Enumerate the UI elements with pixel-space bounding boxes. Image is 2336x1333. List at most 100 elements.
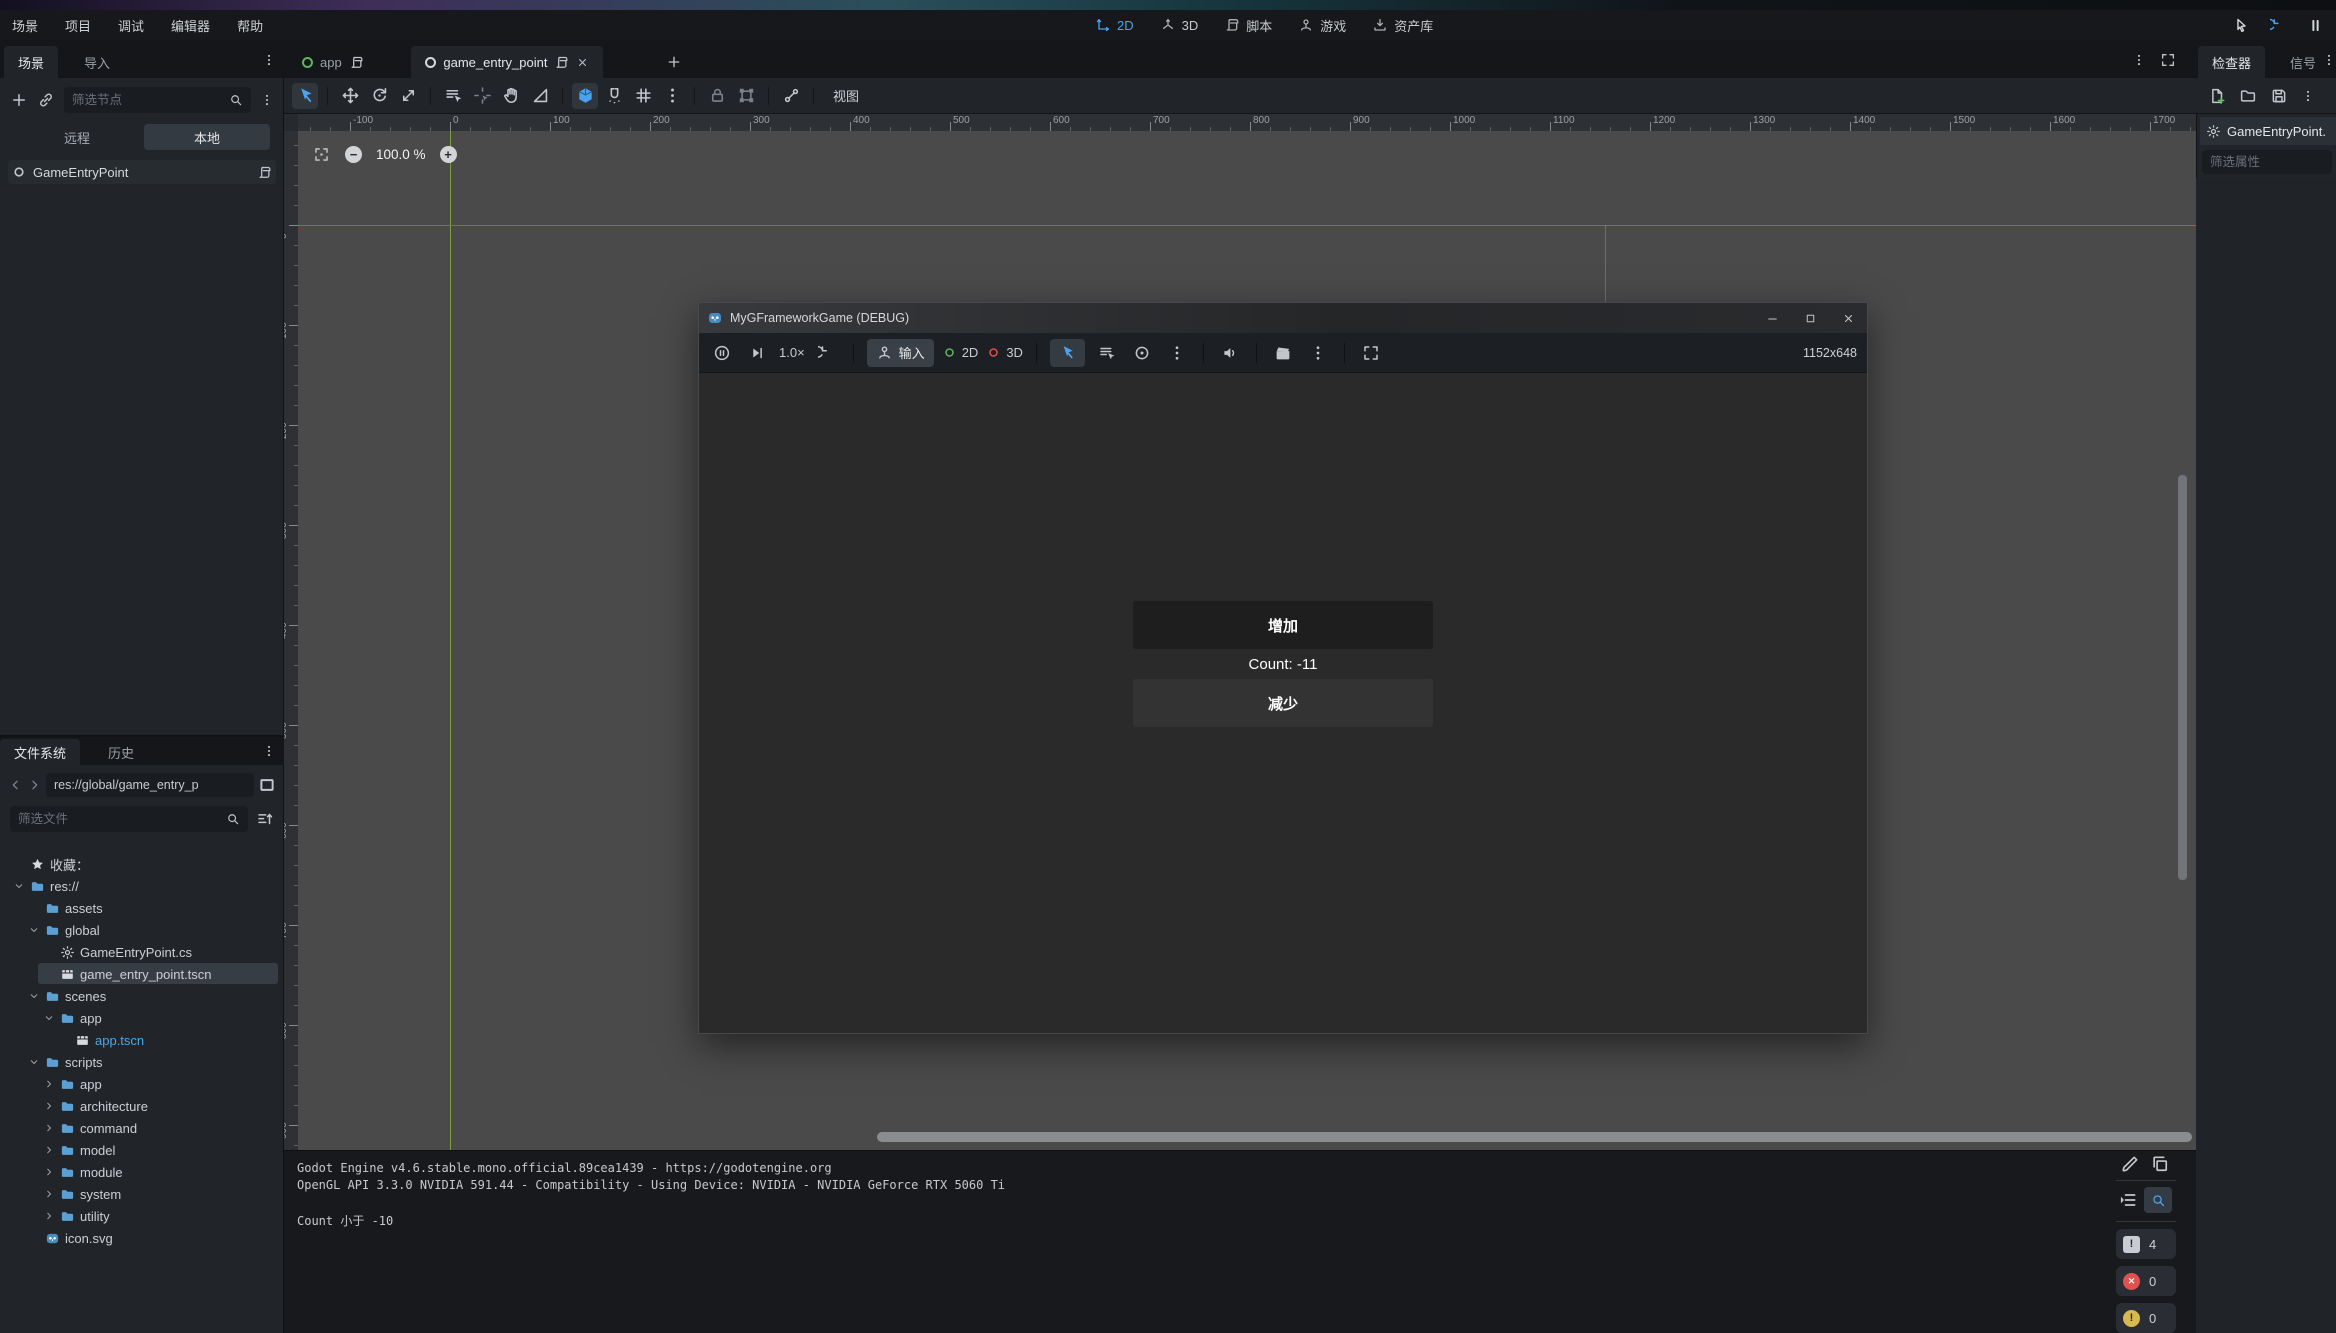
pick-icon[interactable]	[2233, 17, 2250, 34]
collapse-arrow-icon[interactable]	[28, 1056, 40, 1068]
tree-item-system[interactable]: system	[0, 1183, 284, 1205]
filesystem-dock-menu-icon[interactable]	[262, 744, 276, 758]
dock-tab-导入[interactable]: 导入	[70, 46, 124, 78]
movie-mode-button[interactable]	[1270, 340, 1296, 366]
expand-arrow-icon[interactable]	[43, 1166, 55, 1178]
save-resource-icon[interactable]	[2270, 87, 2288, 105]
workspace-3D[interactable]: 3D	[1160, 17, 1199, 33]
tree-item-app[interactable]: app	[0, 1007, 284, 1029]
snap-menu[interactable]	[659, 83, 685, 109]
increase-button[interactable]: 增加	[1133, 601, 1433, 649]
reset-button[interactable]	[814, 340, 840, 366]
lock-selection-button[interactable]	[704, 83, 730, 109]
scene-tab-app[interactable]: app	[288, 46, 378, 78]
grid-snap-toggle[interactable]	[630, 83, 656, 109]
scene-tab-game_entry_point[interactable]: game_entry_point	[411, 46, 603, 78]
remote-button[interactable]: 远程	[14, 124, 140, 150]
file-filter[interactable]	[10, 806, 248, 832]
tree-item-global[interactable]: global	[0, 919, 284, 941]
dock-tab-检查器[interactable]: 检查器	[2198, 46, 2265, 78]
dock-tab-信号[interactable]: 信号	[2276, 46, 2330, 78]
fs-tab-文件系统[interactable]: 文件系统	[0, 739, 80, 765]
scene-filter[interactable]	[64, 87, 251, 113]
zoom-out-button[interactable]: −	[345, 146, 362, 163]
copy-output-icon[interactable]	[2150, 1154, 2170, 1174]
scene-filter-input[interactable]	[72, 93, 223, 107]
menu-item-调试[interactable]: 调试	[118, 16, 144, 35]
move-tool[interactable]	[337, 83, 363, 109]
tree-item-GameEntryPoint.cs[interactable]: GameEntryPoint.cs	[0, 941, 284, 963]
rotate-tool[interactable]	[366, 83, 392, 109]
collapse-tree-icon[interactable]	[2118, 1190, 2138, 1210]
expand-arrow-icon[interactable]	[43, 1144, 55, 1156]
zoom-level[interactable]: 100.0 %	[376, 147, 426, 162]
camera-options-menu[interactable]	[1164, 340, 1190, 366]
workspace-2D[interactable]: 2D	[1095, 17, 1134, 33]
expand-arrow-icon[interactable]	[43, 1100, 55, 1112]
distraction-free-icon[interactable]	[2160, 52, 2176, 68]
instance-scene-icon[interactable]	[37, 91, 55, 109]
collapse-arrow-icon[interactable]	[43, 1012, 55, 1024]
messages-badge[interactable]: !4	[2116, 1229, 2176, 1259]
workspace-资产库[interactable]: 资产库	[1372, 16, 1433, 35]
expand-arrow-icon[interactable]	[43, 1210, 55, 1222]
expand-arrow-icon[interactable]	[43, 1122, 55, 1134]
close-tab-icon[interactable]	[576, 56, 589, 69]
file-filter-input[interactable]	[18, 812, 220, 826]
input-mode-button[interactable]: 输入	[867, 339, 934, 367]
nav-forward-icon[interactable]	[27, 776, 42, 794]
tree-item-app.tscn[interactable]: app.tscn	[0, 1029, 284, 1051]
restart-icon[interactable]	[2270, 17, 2287, 34]
camera-override-button[interactable]	[1129, 340, 1155, 366]
nav-back-icon[interactable]	[8, 776, 23, 794]
workspace-脚本[interactable]: 脚本	[1224, 16, 1272, 35]
inspector-extra-menu-icon[interactable]	[2301, 87, 2315, 105]
decrease-button[interactable]: 减少	[1133, 679, 1433, 727]
menu-item-场景[interactable]: 场景	[12, 16, 38, 35]
scene-tree-root-node[interactable]: GameEntryPoint	[0, 160, 284, 184]
scene-filter-menu-icon[interactable]	[260, 91, 274, 109]
scale-tool[interactable]	[395, 83, 421, 109]
new-scene-tab-button[interactable]	[658, 46, 690, 78]
pan-tool[interactable]	[498, 83, 524, 109]
snap-options-toggle[interactable]	[601, 83, 627, 109]
center-view-icon[interactable]	[312, 145, 331, 164]
pause-icon[interactable]	[2307, 17, 2324, 34]
expand-arrow-icon[interactable]	[43, 1188, 55, 1200]
tree-item-module[interactable]: module	[0, 1161, 284, 1183]
property-filter-input[interactable]	[2210, 155, 2324, 169]
list-select-tool[interactable]	[440, 83, 466, 109]
maximize-button[interactable]	[1791, 303, 1829, 333]
playback-speed-label[interactable]: 1.0×	[779, 345, 805, 360]
collapse-arrow-icon[interactable]	[28, 990, 40, 1002]
tree-item-收藏：[interactable]: 收藏：	[0, 853, 284, 875]
search-output-button[interactable]	[2144, 1187, 2172, 1213]
menu-item-项目[interactable]: 项目	[65, 16, 91, 35]
warnings-badge[interactable]: !0	[2116, 1303, 2176, 1333]
fs-tab-历史[interactable]: 历史	[94, 739, 148, 765]
audio-mute-button[interactable]	[1217, 340, 1243, 366]
group-selection-button[interactable]	[733, 83, 759, 109]
select-mode-button[interactable]	[1050, 339, 1085, 367]
tree-item-res://[interactable]: res://	[0, 875, 284, 897]
close-button[interactable]	[1829, 303, 1867, 333]
expand-arrow-icon[interactable]	[43, 1078, 55, 1090]
minimize-button[interactable]	[1753, 303, 1791, 333]
smart-snap-toggle[interactable]	[572, 83, 598, 109]
camera-3d-button[interactable]: 3D	[987, 345, 1023, 360]
view-menu-button[interactable]: 视图	[823, 86, 869, 105]
tree-item-model[interactable]: model	[0, 1139, 284, 1161]
2d-viewport[interactable]: − 100.0 % + MyGFrameworkGame (DEBUG) 1.0…	[298, 131, 2196, 1150]
game-options-menu[interactable]	[1305, 340, 1331, 366]
collapse-arrow-icon[interactable]	[28, 924, 40, 936]
load-resource-icon[interactable]	[2239, 87, 2257, 105]
dock-tab-场景[interactable]: 场景	[4, 46, 58, 78]
vertical-scrollbar[interactable]	[2178, 475, 2187, 880]
workspace-游戏[interactable]: 游戏	[1298, 16, 1346, 35]
ruler-tool[interactable]	[527, 83, 553, 109]
list-select-mode-button[interactable]	[1094, 340, 1120, 366]
errors-badge[interactable]: ✕0	[2116, 1266, 2176, 1296]
menu-item-帮助[interactable]: 帮助	[237, 16, 263, 35]
camera-2d-button[interactable]: 2D	[943, 345, 979, 360]
clear-output-icon[interactable]	[2120, 1154, 2140, 1174]
